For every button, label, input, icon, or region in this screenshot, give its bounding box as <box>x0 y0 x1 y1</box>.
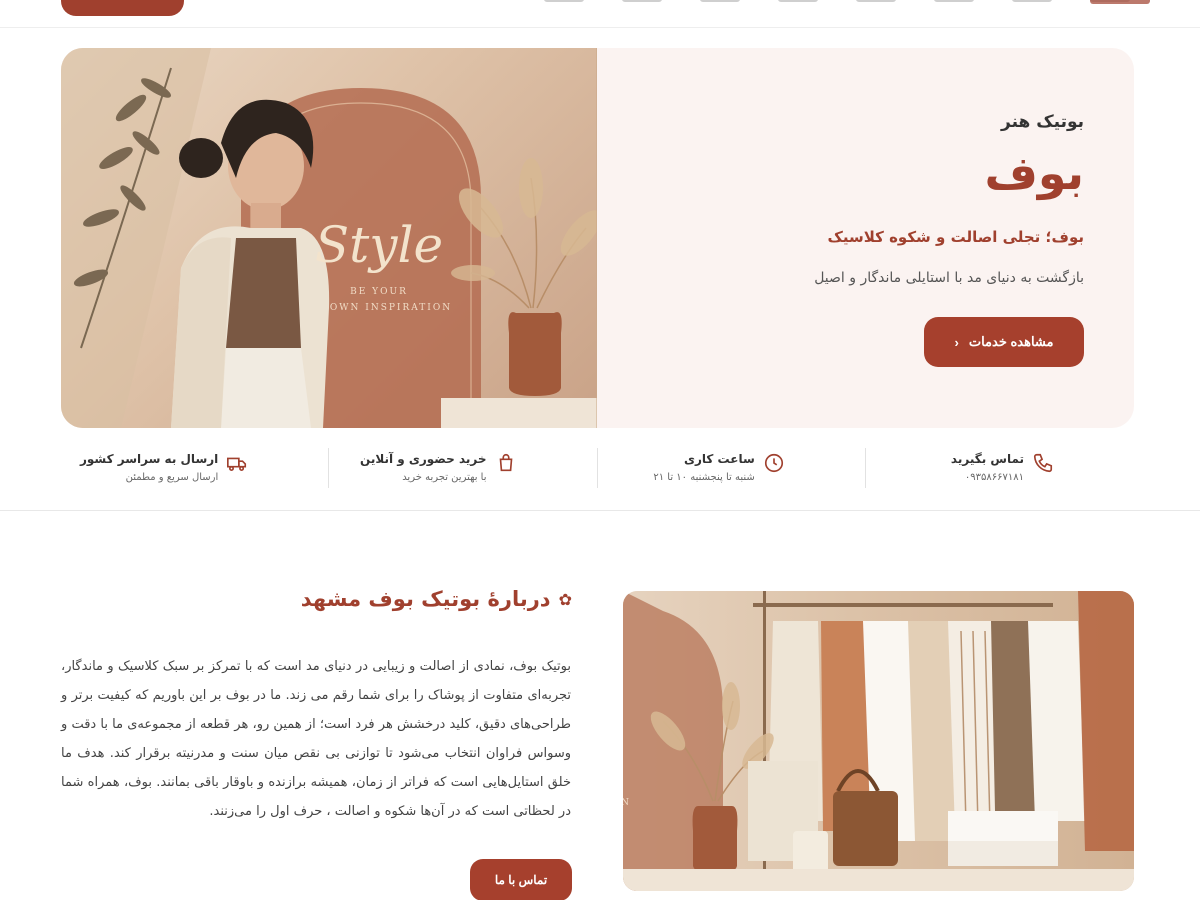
about-paragraph: بوتیک بوف، نمادی از اصالت و زیبایی در دن… <box>61 659 571 819</box>
hero-image-line2: OWN INSPIRATION <box>330 303 452 313</box>
hero-text-block: بوتیک هنر بوف بوف؛ تجلی اصالت و شکوه کلا… <box>664 48 1084 428</box>
about-title-text: دربارهٔ بوتیک بوف مشهد <box>300 587 551 611</box>
chevron-left-icon: ‹ <box>954 334 959 350</box>
info-subtitle: ۰۹۳۵۸۶۶۷۱۸۱ <box>964 472 1024 483</box>
hero-image-line1: BE YOUR <box>350 287 408 297</box>
info-subtitle: شنبه تا پنجشنبه ۱۰ تا ۲۱ <box>653 472 755 483</box>
info-title: ساعت کاری <box>683 452 755 466</box>
about-title: ✿ دربارهٔ بوتیک بوف مشهد <box>301 587 572 611</box>
nav-item[interactable] <box>544 0 584 2</box>
hero-title: بوف <box>984 146 1084 200</box>
section-divider <box>0 510 1200 511</box>
hero-image-script-text: Style <box>315 216 443 274</box>
nav-item[interactable] <box>1012 0 1052 2</box>
hero-illustration: Style BE YOUR OWN INSPIRATION <box>61 48 597 428</box>
site-logo[interactable] <box>1090 0 1150 4</box>
hero-kicker: بوتیک هنر <box>1001 112 1084 132</box>
info-item-shipping: ارسال به سراسر کشور ارسال سریع و مطمئن <box>61 448 330 488</box>
shopping-bag-icon <box>499 453 512 472</box>
truck-icon <box>227 457 247 471</box>
about-image-text: ON <box>623 798 629 808</box>
flower-icon: ✿ <box>558 589 572 609</box>
nav-item[interactable] <box>778 0 818 2</box>
hero-image: Style BE YOUR OWN INSPIRATION <box>61 48 597 428</box>
info-item-contact[interactable]: تماس بگیرید ۰۹۳۵۸۶۶۷۱۸۱ <box>866 448 1134 488</box>
info-subtitle: با بهترین تجربه خرید <box>402 472 487 483</box>
info-title: تماس بگیرید <box>950 452 1024 466</box>
view-services-button[interactable]: مشاهده خدمات ‹ <box>924 317 1084 367</box>
site-header <box>0 0 1200 28</box>
nav-item[interactable] <box>934 0 974 2</box>
nav-item[interactable] <box>856 0 896 2</box>
hero-banner: Style BE YOUR OWN INSPIRATION بوتیک هنر … <box>61 48 1134 428</box>
info-item-hours: ساعت کاری شنبه تا پنجشنبه ۱۰ تا ۲۱ <box>598 448 866 488</box>
info-item-shopping: خرید حضوری و آنلاین با بهترین تجربه خرید <box>329 448 598 488</box>
about-illustration: ON <box>623 591 1134 891</box>
main-nav <box>210 0 1130 2</box>
header-cta-button[interactable] <box>61 0 184 16</box>
info-bar: تماس بگیرید ۰۹۳۵۸۶۶۷۱۸۱ ساعت کاری شنبه ت… <box>61 448 1134 488</box>
nav-item[interactable] <box>700 0 740 2</box>
about-image: ON <box>623 591 1134 891</box>
info-subtitle: ارسال سریع و مطمئن <box>125 472 219 483</box>
clock-icon <box>764 453 783 473</box>
nav-item[interactable] <box>622 0 662 2</box>
phone-icon <box>1033 453 1053 473</box>
info-title: خرید حضوری و آنلاین <box>360 452 487 466</box>
hero-tagline: بوف؛ تجلی اصالت و شکوه کلاسیک <box>827 228 1085 246</box>
contact-us-button[interactable]: تماس با ما <box>470 859 572 900</box>
info-title: ارسال به سراسر کشور <box>79 452 219 466</box>
hero-description: بازگشت به دنیای مد با استایلی ماندگار و … <box>814 270 1084 286</box>
view-services-label: مشاهده خدمات <box>968 334 1054 349</box>
